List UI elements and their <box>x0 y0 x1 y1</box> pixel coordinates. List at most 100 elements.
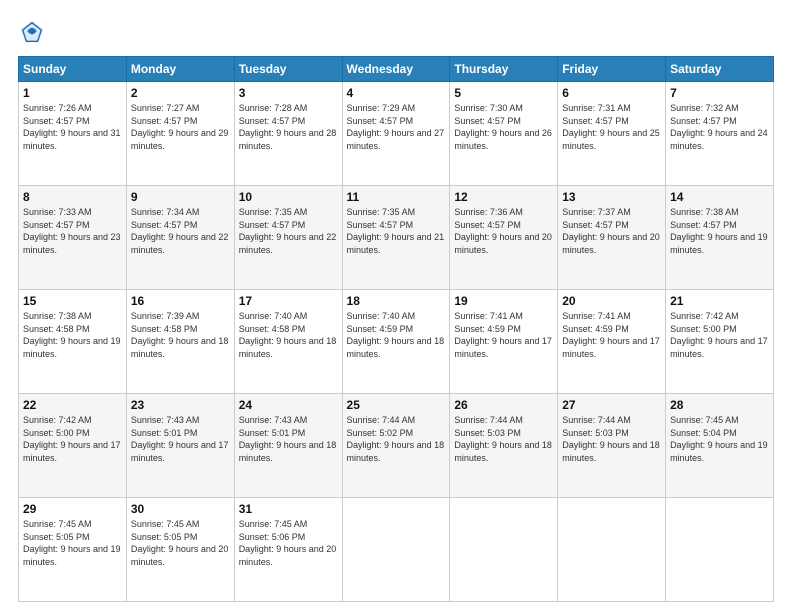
day-number: 23 <box>131 398 230 412</box>
day-number: 9 <box>131 190 230 204</box>
day-info: Sunrise: 7:36 AMSunset: 4:57 PMDaylight:… <box>454 206 553 256</box>
calendar-cell: 16 Sunrise: 7:39 AMSunset: 4:58 PMDayligh… <box>126 290 234 394</box>
day-number: 22 <box>23 398 122 412</box>
day-number: 16 <box>131 294 230 308</box>
weekday-header-tuesday: Tuesday <box>234 57 342 82</box>
weekday-header-friday: Friday <box>558 57 666 82</box>
day-info: Sunrise: 7:32 AMSunset: 4:57 PMDaylight:… <box>670 102 769 152</box>
weekday-header-wednesday: Wednesday <box>342 57 450 82</box>
calendar-cell: 27 Sunrise: 7:44 AMSunset: 5:03 PMDayligh… <box>558 394 666 498</box>
day-number: 29 <box>23 502 122 516</box>
day-number: 26 <box>454 398 553 412</box>
day-info: Sunrise: 7:27 AMSunset: 4:57 PMDaylight:… <box>131 102 230 152</box>
weekday-header-thursday: Thursday <box>450 57 558 82</box>
day-info: Sunrise: 7:34 AMSunset: 4:57 PMDaylight:… <box>131 206 230 256</box>
day-info: Sunrise: 7:35 AMSunset: 4:57 PMDaylight:… <box>347 206 446 256</box>
day-info: Sunrise: 7:29 AMSunset: 4:57 PMDaylight:… <box>347 102 446 152</box>
calendar-cell: 5Sunrise: 7:30 AMSunset: 4:57 PMDaylight… <box>450 82 558 186</box>
calendar-cell: 11 Sunrise: 7:35 AMSunset: 4:57 PMDayligh… <box>342 186 450 290</box>
day-number: 2 <box>131 86 230 100</box>
day-info: Sunrise: 7:45 AMSunset: 5:06 PMDaylight:… <box>239 518 338 568</box>
weekday-header-saturday: Saturday <box>666 57 774 82</box>
calendar-table: SundayMondayTuesdayWednesdayThursdayFrid… <box>18 56 774 602</box>
calendar-cell: 14 Sunrise: 7:38 AMSunset: 4:57 PMDayligh… <box>666 186 774 290</box>
day-number: 7 <box>670 86 769 100</box>
calendar-cell: 3 Sunrise: 7:28 AMSunset: 4:57 PMDaylight… <box>234 82 342 186</box>
calendar-cell: 26 Sunrise: 7:44 AMSunset: 5:03 PMDayligh… <box>450 394 558 498</box>
day-info: Sunrise: 7:44 AMSunset: 5:03 PMDaylight:… <box>454 414 553 464</box>
calendar-cell: 20 Sunrise: 7:41 AMSunset: 4:59 PMDayligh… <box>558 290 666 394</box>
day-info: Sunrise: 7:38 AMSunset: 4:57 PMDaylight:… <box>670 206 769 256</box>
day-info: Sunrise: 7:44 AMSunset: 5:02 PMDaylight:… <box>347 414 446 464</box>
calendar-cell <box>342 498 450 602</box>
calendar-cell: 10 Sunrise: 7:35 AMSunset: 4:57 PMDayligh… <box>234 186 342 290</box>
day-info: Sunrise: 7:45 AMSunset: 5:04 PMDaylight:… <box>670 414 769 464</box>
day-number: 19 <box>454 294 553 308</box>
day-number: 15 <box>23 294 122 308</box>
calendar-cell <box>558 498 666 602</box>
day-number: 28 <box>670 398 769 412</box>
day-number: 1 <box>23 86 122 100</box>
day-number: 6 <box>562 86 661 100</box>
day-info: Sunrise: 7:43 AMSunset: 5:01 PMDaylight:… <box>131 414 230 464</box>
day-number: 20 <box>562 294 661 308</box>
calendar-cell: 22Sunrise: 7:42 AMSunset: 5:00 PMDayligh… <box>19 394 127 498</box>
day-info: Sunrise: 7:41 AMSunset: 4:59 PMDaylight:… <box>454 310 553 360</box>
calendar-cell: 9 Sunrise: 7:34 AMSunset: 4:57 PMDaylight… <box>126 186 234 290</box>
day-info: Sunrise: 7:35 AMSunset: 4:57 PMDaylight:… <box>239 206 338 256</box>
calendar-cell: 15 Sunrise: 7:38 AMSunset: 4:58 PMDayligh… <box>19 290 127 394</box>
calendar-cell: 8Sunrise: 7:33 AMSunset: 4:57 PMDaylight… <box>19 186 127 290</box>
day-number: 10 <box>239 190 338 204</box>
weekday-header-monday: Monday <box>126 57 234 82</box>
day-number: 25 <box>347 398 446 412</box>
day-info: Sunrise: 7:45 AMSunset: 5:05 PMDaylight:… <box>131 518 230 568</box>
day-info: Sunrise: 7:40 AMSunset: 4:59 PMDaylight:… <box>347 310 446 360</box>
logo <box>18 18 50 46</box>
calendar-cell: 31 Sunrise: 7:45 AMSunset: 5:06 PMDayligh… <box>234 498 342 602</box>
day-info: Sunrise: 7:33 AMSunset: 4:57 PMDaylight:… <box>23 206 122 256</box>
day-info: Sunrise: 7:30 AMSunset: 4:57 PMDaylight:… <box>454 102 553 152</box>
day-number: 18 <box>347 294 446 308</box>
calendar-cell: 30 Sunrise: 7:45 AMSunset: 5:05 PMDayligh… <box>126 498 234 602</box>
day-number: 31 <box>239 502 338 516</box>
logo-icon <box>18 18 46 46</box>
calendar-cell: 24 Sunrise: 7:43 AMSunset: 5:01 PMDayligh… <box>234 394 342 498</box>
calendar-cell: 28 Sunrise: 7:45 AMSunset: 5:04 PMDayligh… <box>666 394 774 498</box>
day-number: 14 <box>670 190 769 204</box>
calendar-cell: 23 Sunrise: 7:43 AMSunset: 5:01 PMDayligh… <box>126 394 234 498</box>
page: SundayMondayTuesdayWednesdayThursdayFrid… <box>0 0 792 612</box>
day-number: 11 <box>347 190 446 204</box>
day-number: 17 <box>239 294 338 308</box>
calendar-cell: 6 Sunrise: 7:31 AMSunset: 4:57 PMDaylight… <box>558 82 666 186</box>
day-number: 12 <box>454 190 553 204</box>
day-info: Sunrise: 7:45 AMSunset: 5:05 PMDaylight:… <box>23 518 122 568</box>
day-number: 13 <box>562 190 661 204</box>
day-info: Sunrise: 7:39 AMSunset: 4:58 PMDaylight:… <box>131 310 230 360</box>
calendar-cell: 17 Sunrise: 7:40 AMSunset: 4:58 PMDayligh… <box>234 290 342 394</box>
day-info: Sunrise: 7:43 AMSunset: 5:01 PMDaylight:… <box>239 414 338 464</box>
day-info: Sunrise: 7:28 AMSunset: 4:57 PMDaylight:… <box>239 102 338 152</box>
day-info: Sunrise: 7:44 AMSunset: 5:03 PMDaylight:… <box>562 414 661 464</box>
calendar-cell: 1 Sunrise: 7:26 AMSunset: 4:57 PMDaylight… <box>19 82 127 186</box>
calendar-cell <box>450 498 558 602</box>
calendar-cell: 7 Sunrise: 7:32 AMSunset: 4:57 PMDaylight… <box>666 82 774 186</box>
day-info: Sunrise: 7:31 AMSunset: 4:57 PMDaylight:… <box>562 102 661 152</box>
day-number: 4 <box>347 86 446 100</box>
day-info: Sunrise: 7:37 AMSunset: 4:57 PMDaylight:… <box>562 206 661 256</box>
day-info: Sunrise: 7:41 AMSunset: 4:59 PMDaylight:… <box>562 310 661 360</box>
calendar-cell: 12 Sunrise: 7:36 AMSunset: 4:57 PMDayligh… <box>450 186 558 290</box>
day-number: 30 <box>131 502 230 516</box>
day-number: 27 <box>562 398 661 412</box>
day-info: Sunrise: 7:38 AMSunset: 4:58 PMDaylight:… <box>23 310 122 360</box>
calendar-cell: 29 Sunrise: 7:45 AMSunset: 5:05 PMDayligh… <box>19 498 127 602</box>
day-number: 3 <box>239 86 338 100</box>
weekday-header-sunday: Sunday <box>19 57 127 82</box>
day-info: Sunrise: 7:40 AMSunset: 4:58 PMDaylight:… <box>239 310 338 360</box>
calendar-cell: 19 Sunrise: 7:41 AMSunset: 4:59 PMDayligh… <box>450 290 558 394</box>
calendar-cell <box>666 498 774 602</box>
calendar-cell: 13 Sunrise: 7:37 AMSunset: 4:57 PMDayligh… <box>558 186 666 290</box>
day-info: Sunrise: 7:26 AMSunset: 4:57 PMDaylight:… <box>23 102 122 152</box>
calendar-cell: 2 Sunrise: 7:27 AMSunset: 4:57 PMDaylight… <box>126 82 234 186</box>
day-info: Sunrise: 7:42 AMSunset: 5:00 PMDaylight:… <box>670 310 769 360</box>
day-number: 24 <box>239 398 338 412</box>
